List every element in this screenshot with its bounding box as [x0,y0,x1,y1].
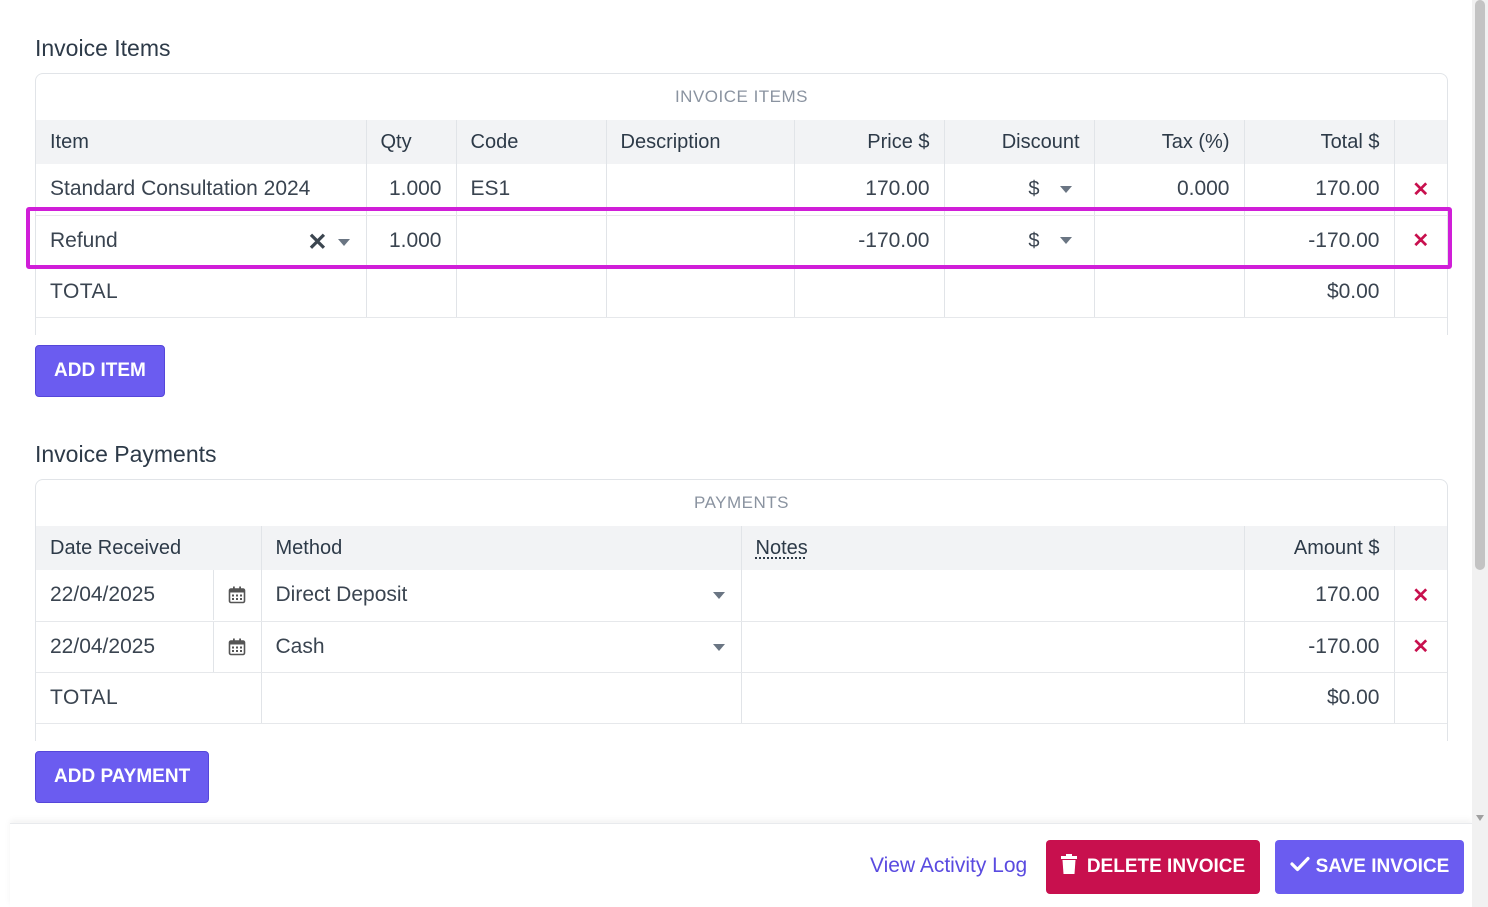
calendar-icon[interactable] [212,570,261,621]
close-icon[interactable]: ✕ [1409,634,1434,659]
invoice-items-caption: INVOICE ITEMS [674,87,809,106]
item-row: Refund ✕ 1.000 -170.00 $ -170.00 ✕ [36,215,1447,267]
view-activity-log-link[interactable]: View Activity Log [870,854,1027,878]
payment-method-select[interactable]: Direct Deposit [260,570,741,622]
col-discount: Discount [943,120,1094,164]
item-code-input[interactable]: ES1 [455,164,606,216]
remove-cell: ✕ [1393,164,1447,216]
remove-cell: ✕ [1393,570,1447,622]
col-item: Item [36,120,366,164]
payment-method-value: Direct Deposit [275,583,408,607]
col-tax: Tax (%) [1093,120,1244,164]
close-icon[interactable]: ✕ [1409,228,1434,253]
item-total: 170.00 [1243,164,1394,216]
delete-invoice-label: DELETE INVOICE [1086,856,1246,877]
payments-total-value: $0.00 [1243,672,1394,724]
col-notes: Notes [740,526,1244,570]
vertical-scrollbar[interactable] [1472,0,1488,907]
invoice-page: Invoice Items INVOICE ITEMS Item Qty Cod… [0,0,1472,907]
items-total-row: TOTAL $0.00 [36,266,1447,318]
col-amount: Amount $ [1243,526,1394,570]
item-tax-input[interactable]: 0.000 [1093,164,1244,216]
payment-row: 22/04/2025 Direct Deposit 170.00 ✕ [36,570,1447,622]
items-total-label: TOTAL [36,266,366,318]
save-invoice-button[interactable]: SAVE INVOICE [1275,840,1464,894]
chevron-down-icon [712,592,725,599]
invoice-items-table: Item Qty Code Description Price $ Discou… [36,120,1447,318]
scroll-down-arrow-icon[interactable] [1476,815,1484,821]
item-price-input[interactable]: 170.00 [793,164,944,216]
item-tax-input[interactable] [1093,215,1244,267]
payment-date-input[interactable]: 22/04/2025 [36,635,213,659]
save-invoice-label: SAVE INVOICE [1315,856,1450,877]
items-total-value: $0.00 [1243,266,1394,318]
discount-type: $ [1028,178,1040,201]
invoice-items-card: INVOICE ITEMS Item Qty Code Description … [35,73,1448,335]
item-description-input[interactable] [605,215,794,267]
trash-icon [1060,854,1077,880]
remove-cell: ✕ [1393,621,1447,673]
discount-type: $ [1028,229,1040,252]
col-date-received: Date Received [36,526,261,570]
item-qty-input[interactable]: 1.000 [365,215,456,267]
payment-method-select[interactable]: Cash [260,621,741,673]
payment-notes-input[interactable] [740,570,1244,622]
payments-caption: PAYMENTS [694,493,789,512]
remove-cell: ✕ [1393,215,1447,267]
footer-bar: View Activity Log DELETE INVOICE SAVE IN… [10,823,1472,907]
payments-table: Date Received Method Notes Amount $ 22/0… [36,526,1447,724]
col-method: Method [260,526,741,570]
col-total: Total $ [1243,120,1394,164]
payment-date-input[interactable]: 22/04/2025 [36,583,213,607]
item-name-cell[interactable]: Standard Consultation 2024 [36,164,366,216]
item-description-input[interactable] [605,164,794,216]
payments-total-label: TOTAL [36,672,261,724]
chevron-down-icon [1059,186,1072,194]
add-item-button[interactable]: ADD ITEM [35,345,165,397]
item-name: Refund [50,228,118,252]
item-discount-select[interactable]: $ [943,215,1094,267]
item-total: -170.00 [1243,215,1394,267]
calendar-icon[interactable] [212,621,261,672]
close-icon[interactable]: ✕ [1409,583,1434,608]
invoice-items-title: Invoice Items [35,35,171,61]
item-discount-select[interactable]: $ [943,164,1094,216]
clear-icon[interactable]: ✕ [307,228,327,257]
payment-row: 22/04/2025 Cash -170.00 ✕ [36,621,1447,673]
items-header-row: Item Qty Code Description Price $ Discou… [36,120,1447,164]
chevron-down-icon [1059,237,1072,245]
scrollbar-thumb[interactable] [1475,0,1485,570]
payment-notes-input[interactable] [740,621,1244,673]
payment-date-field: 22/04/2025 [36,570,261,622]
payments-header-row: Date Received Method Notes Amount $ [36,526,1447,570]
col-description: Description [605,120,794,164]
payment-method-value: Cash [275,634,325,658]
delete-invoice-button[interactable]: DELETE INVOICE [1046,840,1260,894]
add-payment-button[interactable]: ADD PAYMENT [35,751,210,803]
item-name-select[interactable]: Refund ✕ [36,215,366,267]
item-code-input[interactable] [455,215,606,267]
payments-total-row: TOTAL $0.00 [36,672,1447,724]
col-actions [1393,526,1447,570]
item-qty-input[interactable]: 1.000 [365,164,456,216]
col-price: Price $ [793,120,944,164]
payment-date-field: 22/04/2025 [36,621,261,673]
col-actions [1393,120,1447,164]
chevron-down-icon [712,643,725,651]
payment-amount-input[interactable]: 170.00 [1243,570,1394,622]
invoice-payments-title: Invoice Payments [35,441,217,467]
check-icon [1290,856,1310,878]
col-qty: Qty [365,120,456,164]
payment-amount-input[interactable]: -170.00 [1243,621,1394,673]
col-code: Code [455,120,606,164]
close-icon[interactable]: ✕ [1409,177,1434,202]
item-row: Standard Consultation 2024 1.000 ES1 170… [36,164,1447,216]
notes-header-label: Notes [755,536,808,559]
item-price-input[interactable]: -170.00 [793,215,944,267]
item-name: Standard Consultation 2024 [50,177,311,201]
payments-card: PAYMENTS Date Received Method Notes Amou… [35,479,1448,741]
chevron-down-icon[interactable] [337,238,350,246]
